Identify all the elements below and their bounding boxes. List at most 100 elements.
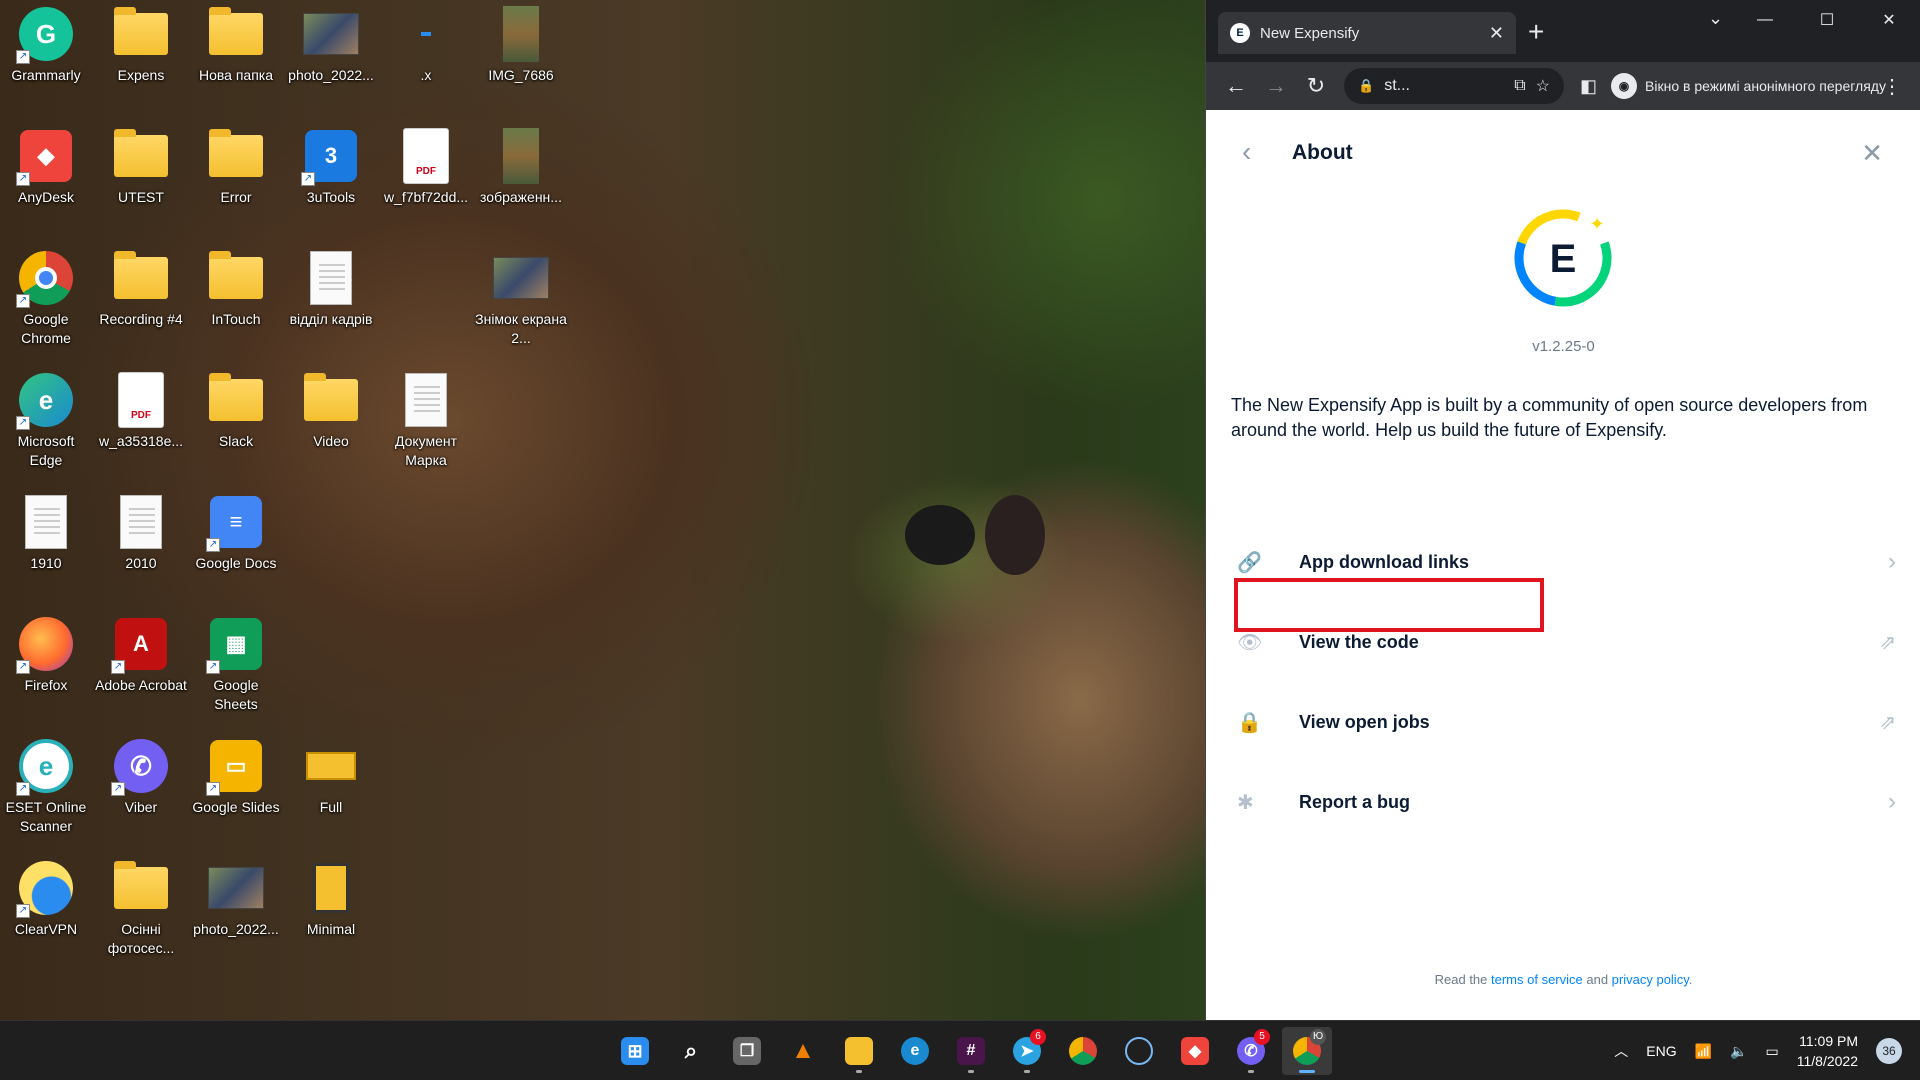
taskbar-slack[interactable]: # [946, 1027, 996, 1075]
desktop-icon[interactable]: відділ кадрів [285, 244, 377, 364]
tab-search-chevron-icon[interactable]: ⌄ [1708, 8, 1723, 29]
volume-icon[interactable]: 🔈 [1730, 1043, 1747, 1060]
menu-item-view-open-jobs[interactable]: 🔒 View open jobs ⇗ [1231, 692, 1896, 752]
desktop-icon[interactable]: Документ Марка [380, 366, 472, 486]
bookmark-star-icon[interactable]: ☆ [1536, 76, 1550, 96]
terms-of-service-link[interactable]: terms of service [1491, 972, 1583, 987]
new-tab-button[interactable]: + [1528, 18, 1544, 46]
desktop-icon[interactable]: ▦ ↗ Google Sheets [190, 610, 282, 730]
menu-item-report-a-bug[interactable]: ✱ Report a bug › [1231, 772, 1896, 832]
window-close-button[interactable]: ✕ [1858, 0, 1920, 40]
firefox-icon: ↗ [16, 616, 74, 674]
desktop-icon[interactable]: UTEST [95, 122, 187, 242]
taskbar-search[interactable]: ⌕ [666, 1027, 716, 1075]
desktop-icon[interactable]: Осінні фотосес... [95, 854, 187, 974]
shortcut-arrow-icon: ↗ [16, 904, 30, 918]
back-chevron-icon[interactable]: ‹ [1242, 136, 1251, 168]
clock-date: 11/8/2022 [1796, 1053, 1858, 1069]
desktop-icon[interactable]: Знімок екрана 2... [475, 244, 567, 364]
desktop-icon[interactable]: 2010 [95, 488, 187, 608]
incognito-icon: ◉ [1611, 73, 1638, 99]
folder-icon [208, 6, 264, 62]
desktop-icon[interactable]: e ↗ ESET Online Scanner [0, 732, 92, 852]
desktop-icon[interactable]: зображенн... [475, 122, 567, 242]
desktop-icon[interactable]: ↗ Firefox [0, 610, 92, 730]
clock[interactable]: 11:09 PM 11/8/2022 [1797, 1031, 1858, 1071]
desktop-icon[interactable]: ◆ ↗ AnyDesk [0, 122, 92, 242]
desktop-icon[interactable]: Expens [95, 0, 187, 120]
taskbar-telegram[interactable]: ➤ 6 [1002, 1027, 1052, 1075]
translate-icon[interactable]: ⧉ [1514, 77, 1525, 95]
notification-count-badge[interactable]: 36 [1876, 1038, 1902, 1064]
desktop-icon[interactable]: photo_2022... [285, 0, 377, 120]
desktop-icon[interactable]: Error [190, 122, 282, 242]
tray-overflow-chevron-icon[interactable]: ︿ [1614, 1041, 1628, 1061]
footer-text: Read the [1434, 972, 1491, 987]
desktop-icon[interactable]: A ↗ Adobe Acrobat [95, 610, 187, 730]
desktop-icon[interactable]: Full [285, 732, 377, 852]
task-view-button[interactable]: ❐ [722, 1027, 772, 1075]
language-indicator[interactable]: ENG [1646, 1043, 1676, 1059]
browser-menu-icon[interactable]: ⋮ [1882, 74, 1902, 99]
desktop-icon-label: UTEST [118, 189, 164, 205]
desktop-icon-label: Осінні фотосес... [107, 921, 175, 956]
desktop-icon[interactable]: PDF w_f7bf72dd... [380, 122, 472, 242]
privacy-policy-link[interactable]: privacy policy [1612, 972, 1689, 987]
shortcut-arrow-icon: ↗ [206, 538, 220, 552]
desktop-icon[interactable]: Recording #4 [95, 244, 187, 364]
desktop-icon[interactable]: .x [380, 0, 472, 120]
desktop-icon[interactable]: ▭ ↗ Google Slides [190, 732, 282, 852]
desktop-icon[interactable]: e ↗ Microsoft Edge [0, 366, 92, 486]
shortcut-arrow-icon: ↗ [301, 172, 315, 186]
address-bar[interactable]: 🔒 st... ⧉ ☆ [1344, 68, 1564, 104]
desktop-icon[interactable]: Video [285, 366, 377, 486]
desktop-icon[interactable]: G ↗ Grammarly [0, 0, 92, 120]
maximize-button[interactable]: ☐ [1796, 0, 1858, 40]
shortcut-arrow-icon: ↗ [111, 782, 125, 796]
taskbar-anydesk[interactable]: ◆ [1170, 1027, 1220, 1075]
window-controls: — ☐ ✕ [1734, 0, 1920, 40]
minimize-button[interactable]: — [1734, 0, 1796, 40]
incognito-indicator[interactable]: ◉ Вікно в режимі анонімного перегляду [1611, 68, 1886, 104]
desktop-icon[interactable]: 3 ↗ 3uTools [285, 122, 377, 242]
folder-icon [113, 860, 169, 916]
desktop-icon[interactable]: InTouch [190, 244, 282, 364]
desktop-icon-label: 2010 [125, 555, 157, 571]
back-arrow-icon[interactable]: ← [1216, 73, 1256, 99]
desktop-icon[interactable]: IMG_7686 [475, 0, 567, 120]
close-icon[interactable]: ✕ [1861, 138, 1883, 169]
desktop-icon[interactable]: PDF w_a35318e... [95, 366, 187, 486]
desktop-icon[interactable]: Minimal [285, 854, 377, 974]
running-indicator [856, 1070, 862, 1073]
taskbar-cortana[interactable] [1114, 1027, 1164, 1075]
desktop-icon-label: Google Sheets [213, 677, 259, 712]
menu-item-view-the-code[interactable]: 👁 View the code ⇗ [1231, 612, 1896, 672]
desktop-icon[interactable]: ↗ ClearVPN [0, 854, 92, 974]
desktop-icon[interactable]: photo_2022... [190, 854, 282, 974]
taskbar-chrome[interactable] [1058, 1027, 1108, 1075]
tab-close-icon[interactable]: ✕ [1489, 23, 1504, 44]
start-button[interactable]: ⊞ [610, 1027, 660, 1075]
desktop-icon[interactable]: 1910 [0, 488, 92, 608]
desktop-icon[interactable]: ✆ ↗ Viber [95, 732, 187, 852]
reload-icon[interactable]: ↻ [1296, 73, 1336, 99]
cortana-icon [1125, 1037, 1153, 1065]
taskbar-vlc[interactable]: ▲ [778, 1027, 828, 1075]
folder-icon [303, 372, 359, 428]
desktop-icon[interactable]: Нова папка [190, 0, 282, 120]
battery-icon[interactable]: ▭ [1766, 1043, 1779, 1060]
taskbar-chrome-incognito[interactable]: Ю [1282, 1027, 1332, 1075]
taskbar-viber[interactable]: ✆ 5 [1226, 1027, 1276, 1075]
desktop-icon[interactable]: ↗ Google Chrome [0, 244, 92, 364]
browser-tab[interactable]: E New Expensify ✕ [1218, 12, 1516, 54]
running-indicator [1248, 1070, 1254, 1073]
wifi-icon[interactable]: 📶 [1695, 1043, 1712, 1060]
side-panel-icon[interactable]: ◧ [1580, 76, 1597, 97]
forward-arrow-icon[interactable]: → [1256, 73, 1296, 99]
anydesk-icon: ◆ [1181, 1037, 1209, 1065]
desktop-icon[interactable]: Slack [190, 366, 282, 486]
lock-icon[interactable]: 🔒 [1358, 78, 1374, 94]
taskbar-edge[interactable]: e [890, 1027, 940, 1075]
desktop-icon[interactable]: ≡ ↗ Google Docs [190, 488, 282, 608]
taskbar-file-explorer[interactable] [834, 1027, 884, 1075]
